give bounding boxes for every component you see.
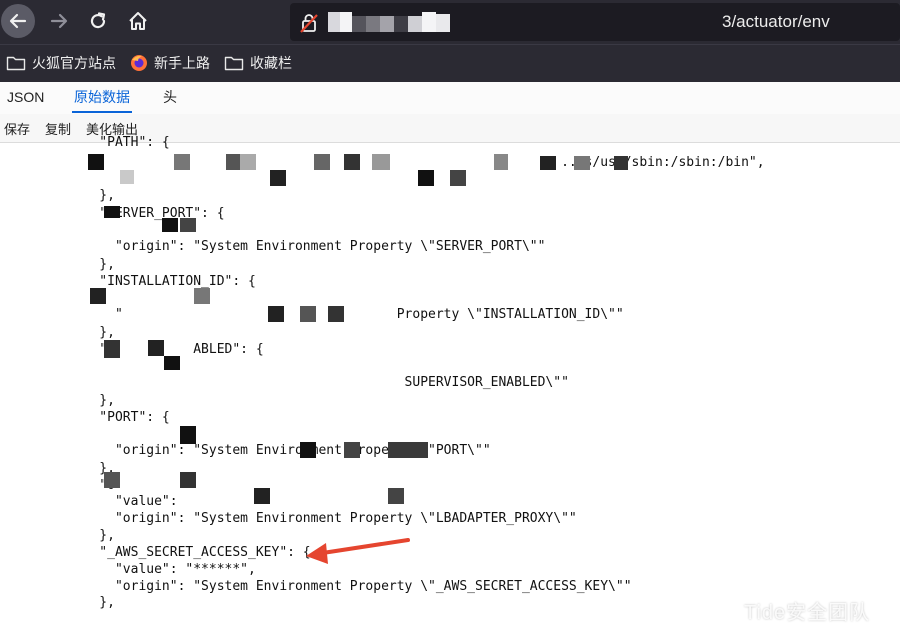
code-line: "value": <box>68 494 178 509</box>
url-redaction-mosaic <box>326 12 720 32</box>
firefox-icon <box>131 55 147 71</box>
bookmark-favorites[interactable]: 收藏栏 <box>224 53 292 73</box>
code-line: SUPERVISOR_ENABLED\"" <box>68 375 569 390</box>
folder-icon <box>6 56 26 71</box>
code-line: "origin": "System Environment Property \… <box>68 239 546 254</box>
code-line: "PORT": { <box>68 410 170 425</box>
forward-button[interactable] <box>42 4 76 38</box>
code-line: "SERVER_PORT": { <box>68 206 225 221</box>
bookmark-getting-started[interactable]: 新手上路 <box>130 53 210 73</box>
arrow-left-icon <box>9 13 27 29</box>
bookmarks-bar: 火狐官方站点 新手上路 收藏栏 <box>0 44 900 82</box>
insecure-lock-icon <box>300 14 318 33</box>
url-bar[interactable]: 3/actuator/env <box>290 3 900 41</box>
code-line: "origin": "System Environment Property \… <box>68 511 577 526</box>
code-line: }, <box>68 595 115 610</box>
bookmark-label: 收藏栏 <box>250 55 292 71</box>
url-text: 3/actuator/env <box>722 12 830 31</box>
bookmark-label: 新手上路 <box>154 55 210 71</box>
back-button[interactable] <box>1 4 35 38</box>
bookmark-label: 火狐官方站点 <box>32 55 116 71</box>
code-line: "value": "******", <box>68 562 256 577</box>
tab-json[interactable]: JSON <box>5 82 46 113</box>
bookmark-firefox-official[interactable]: 火狐官方站点 <box>6 53 116 73</box>
viewer-tabs: JSON 原始数据 头 <box>0 82 900 115</box>
code-line: }, <box>68 257 115 272</box>
code-line: }, <box>68 528 115 543</box>
code-line: "_AWS_SECRET_ACCESS_KEY": { <box>68 545 311 560</box>
reload-button[interactable] <box>81 4 115 38</box>
code-line: ...s/usr/sbin:/sbin:/bin", <box>68 155 765 170</box>
raw-data-view: "PATH": { ...s/usr/sbin:/sbin:/bin", }, … <box>0 135 900 626</box>
home-button[interactable] <box>121 4 155 38</box>
reload-icon <box>90 12 106 29</box>
save-button[interactable]: 保存 <box>4 119 30 138</box>
code-line: " Property \"INSTALLATION_ID\"" <box>68 307 624 322</box>
code-line: }, <box>68 325 115 340</box>
folder-icon <box>224 56 244 71</box>
tab-headers[interactable]: 头 <box>161 82 179 113</box>
arrow-right-icon <box>50 13 68 29</box>
home-icon <box>129 12 147 30</box>
browser-toolbar: 3/actuator/env <box>0 0 900 44</box>
annotation-arrow <box>306 538 410 564</box>
code-line: }, <box>68 188 115 203</box>
code-line: "origin": "System Environment Property \… <box>68 579 632 594</box>
code-line: "S ABLED": { <box>68 342 264 357</box>
code-line: }, <box>68 393 115 408</box>
tab-raw-data[interactable]: 原始数据 <box>72 82 132 113</box>
code-line: "PATH": { <box>68 135 170 150</box>
code-line: "INSTALLATION_ID": { <box>68 274 256 289</box>
watermark: Tide安全团队 <box>744 602 871 624</box>
